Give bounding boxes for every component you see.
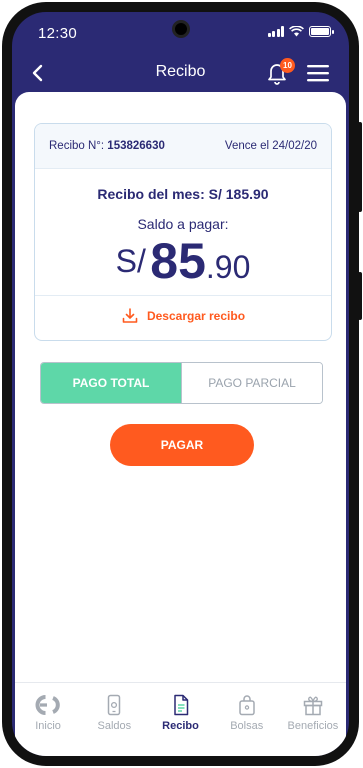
bottom-nav: Inicio Saldos Recibo Bolsas Beneficios [15, 682, 346, 744]
pay-button[interactable]: PAGAR [110, 424, 254, 466]
screen: 12:30 Recibo 10 Recibo N°: 153826630 Ven… [12, 12, 349, 756]
bag-icon [238, 695, 255, 716]
download-receipt-label: Descargar recibo [146, 309, 246, 323]
month-total: Recibo del mes: S/ 185.90 [35, 186, 331, 202]
app-header: Recibo 10 [12, 54, 349, 94]
nav-item-recibo[interactable]: Recibo [147, 683, 213, 744]
receipt-number: Recibo N°: 153826630 [49, 140, 165, 152]
status-icons [267, 26, 334, 37]
page-title: Recibo [155, 63, 206, 80]
receipt-card-header: Recibo N°: 153826630 Vence el 24/02/20 [35, 124, 331, 169]
nav-item-beneficios[interactable]: Beneficios [280, 683, 346, 744]
phone-frame: 12:30 Recibo 10 Recibo N°: 153826630 Ven… [2, 2, 362, 766]
nav-label-recibo: Recibo [162, 720, 199, 732]
brand-logo-icon [35, 695, 60, 715]
download-icon [122, 308, 138, 323]
nav-item-saldos[interactable]: Saldos [81, 683, 147, 744]
phone-icon [108, 694, 121, 716]
status-bar: 12:30 [12, 12, 349, 54]
tab-pago-parcial[interactable]: PAGO PARCIAL [181, 363, 322, 403]
side-button-lower [358, 272, 362, 320]
nav-item-inicio[interactable]: Inicio [15, 683, 81, 744]
status-time: 12:30 [38, 25, 78, 42]
receipt-number-value: 153826630 [107, 140, 165, 152]
content-panel: Recibo N°: 153826630 Vence el 24/02/20 R… [15, 92, 346, 756]
balance-currency: S/ [115, 243, 146, 279]
download-receipt-link[interactable]: Descargar recibo [35, 307, 331, 325]
notification-badge: 10 [280, 58, 295, 73]
balance-integer: 85 [150, 233, 206, 289]
month-total-value: S/ 185.90 [208, 186, 269, 202]
nav-label-saldos: Saldos [97, 720, 132, 732]
hamburger-menu-icon[interactable] [305, 62, 331, 84]
wifi-icon [289, 26, 304, 37]
tab-pago-total[interactable]: PAGO TOTAL [41, 363, 181, 403]
receipt-card: Recibo N°: 153826630 Vence el 24/02/20 R… [34, 123, 332, 341]
gift-icon [303, 696, 323, 716]
balance-label: Saldo a pagar: [137, 216, 229, 232]
nav-label-inicio: Inicio [35, 720, 61, 732]
nav-label-beneficios: Beneficios [287, 720, 339, 732]
balance-amount: S/ 85.90 [35, 232, 331, 290]
receipt-number-label: Recibo N°: [49, 140, 105, 152]
document-icon [173, 694, 188, 716]
card-divider [35, 295, 331, 296]
nav-label-bolsas: Bolsas [230, 720, 264, 732]
side-button-upper [358, 122, 362, 212]
signal-icon [267, 26, 284, 37]
balance-decimal: .90 [205, 249, 251, 285]
month-total-label: Recibo del mes: [97, 186, 205, 202]
battery-icon [309, 26, 334, 37]
due-date: Vence el 24/02/20 [224, 140, 317, 152]
front-camera [172, 20, 190, 38]
payment-type-toggle: PAGO TOTAL PAGO PARCIAL [40, 362, 323, 404]
nav-item-bolsas[interactable]: Bolsas [214, 683, 280, 744]
